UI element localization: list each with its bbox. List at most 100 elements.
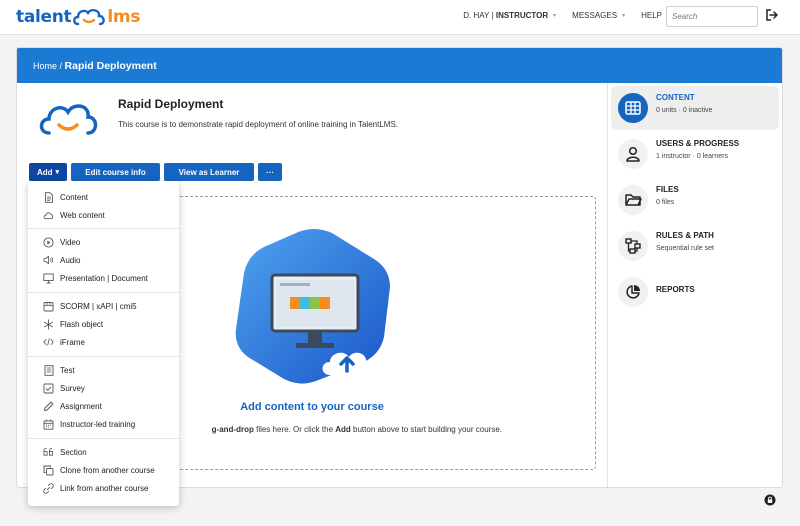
menu-divider [28,356,179,357]
menu-item-label: Instructor-led training [60,419,136,429]
menu-item-label: Assignment [60,401,102,411]
breadcrumb-current: Rapid Deployment [64,60,157,72]
cloud-icon [43,210,54,221]
presentation-icon [43,273,54,284]
menu-item-audio[interactable]: Audio [28,251,179,269]
search-input[interactable] [666,6,758,27]
package-icon [43,301,54,312]
add-content-heading: Add content to your course [240,401,384,413]
checkbox-icon [43,383,54,394]
user-name: D. HAY [463,11,490,20]
course-title: Rapid Deployment [118,97,224,111]
path-icon [618,231,648,261]
breadcrumb: Home / Rapid Deployment [33,60,157,72]
course-actions: Add ▾ Edit course info View as Learner ·… [29,163,286,181]
menu-item-link-from-course[interactable]: Link from another course [28,479,179,497]
upload-illustration [235,229,390,384]
lock-icon[interactable] [764,494,776,506]
view-as-learner-button[interactable]: View as Learner [164,163,254,181]
dropzone-instructions: g-and-drop files here. Or click the Add … [172,425,502,434]
more-options-button[interactable]: ··· [258,163,282,181]
menu-item-video[interactable]: Video [28,233,179,251]
play-icon [43,236,54,248]
code-icon [43,337,54,348]
menu-item-flash-object[interactable]: Flash object [28,315,179,333]
sidebar-item-subtitle: Sequential rule set [656,245,714,252]
menu-item-presentation-document[interactable]: Presentation | Document [28,269,179,287]
top-bar: talent lms D. HAY | INSTRUCTOR ▾ MESSAGE… [0,0,800,35]
document-icon [43,191,54,203]
logo-text-lms: lms [107,7,141,27]
clone-icon [43,465,54,476]
course-description: This course is to demonstrate rapid depl… [118,120,399,129]
pie-chart-icon [618,277,648,307]
link-icon [43,482,54,494]
add-dropdown-menu: Content Web content Video Audio Presenta… [28,181,179,506]
course-cloud-icon[interactable] [37,101,99,137]
menu-item-survey[interactable]: Survey [28,379,179,397]
messages-label: MESSAGES [572,11,618,20]
menu-item-label: Video [60,237,81,247]
menu-item-content[interactable]: Content [28,188,179,206]
menu-divider [28,228,179,229]
sidebar-item-title: REPORTS [656,285,695,294]
sidebar-item-title: RULES & PATH [656,231,714,240]
sidebar-item-subtitle: 1 instructor · 0 learners [656,153,728,160]
edit-course-info-button[interactable]: Edit course info [71,163,160,181]
chevron-down-icon: ▾ [55,169,60,176]
menu-item-label: Presentation | Document [60,273,148,283]
add-button-label: Add [36,167,53,177]
course-header-bar: Home / Rapid Deployment [17,48,782,83]
sidebar-item-files[interactable]: FILES 0 files [611,178,779,222]
logo-cloud-icon [73,8,106,26]
dropzone-text-mid: files here. Or click the [253,425,336,434]
menu-item-label: SCORM | xAPI | cmi5 [60,301,137,311]
menu-item-label: Survey [60,383,85,393]
pencil-icon [43,401,54,412]
menu-item-label: Flash object [60,319,104,329]
menu-item-section[interactable]: Section [28,443,179,461]
user-role: INSTRUCTOR [495,11,549,20]
sidebar-item-content[interactable]: CONTENT 0 units · 0 inactive [611,86,779,130]
speaker-icon [43,255,54,266]
top-nav: D. HAY | INSTRUCTOR ▾ MESSAGES ▾ HELP ▾ [447,11,670,20]
menu-item-web-content[interactable]: Web content [28,206,179,224]
add-button[interactable]: Add ▾ [29,163,67,181]
menu-item-instructor-led-training[interactable]: Instructor-led training [28,415,179,433]
user-menu[interactable]: D. HAY | INSTRUCTOR ▾ [463,11,556,20]
quote-icon [43,447,54,458]
menu-item-clone-from-course[interactable]: Clone from another course [28,461,179,479]
menu-item-assignment[interactable]: Assignment [28,397,179,415]
breadcrumb-home[interactable]: Home [33,61,57,71]
user-icon [618,139,648,169]
calendar-icon [43,419,54,430]
help-label: HELP [641,11,662,20]
menu-item-scorm[interactable]: SCORM | xAPI | cmi5 [28,297,179,315]
dropzone-text-suffix: button above to start building your cour… [350,425,502,434]
sidebar-item-reports[interactable]: REPORTS [611,270,779,314]
sidebar-divider [607,83,608,487]
messages-menu[interactable]: MESSAGES ▾ [572,11,625,20]
talentlms-logo[interactable]: talent lms [16,5,140,29]
menu-item-label: iFrame [60,337,85,347]
menu-item-iframe[interactable]: iFrame [28,333,179,351]
sidebar-item-subtitle: 0 units · 0 inactive [656,107,713,114]
asterisk-icon [43,319,54,330]
menu-divider [28,292,179,293]
sidebar-item-title: FILES [656,185,679,194]
folder-icon [618,185,648,215]
sidebar-item-subtitle: 0 files [656,199,675,206]
dropzone-text-prefix: g-and-drop [211,425,254,434]
sidebar-item-rules-path[interactable]: RULES & PATH Sequential rule set [611,224,779,268]
menu-item-label: Link from another course [60,483,149,493]
logout-icon[interactable] [765,8,779,22]
menu-item-label: Audio [60,255,81,265]
menu-item-label: Web content [60,210,105,220]
grid-icon [618,93,648,123]
sidebar-item-users-progress[interactable]: USERS & PROGRESS 1 instructor · 0 learne… [611,132,779,176]
menu-divider [28,438,179,439]
menu-item-label: Content [60,192,89,202]
chevron-down-icon: ▾ [622,13,626,19]
menu-item-test[interactable]: Test [28,361,179,379]
menu-item-label: Section [60,447,87,457]
